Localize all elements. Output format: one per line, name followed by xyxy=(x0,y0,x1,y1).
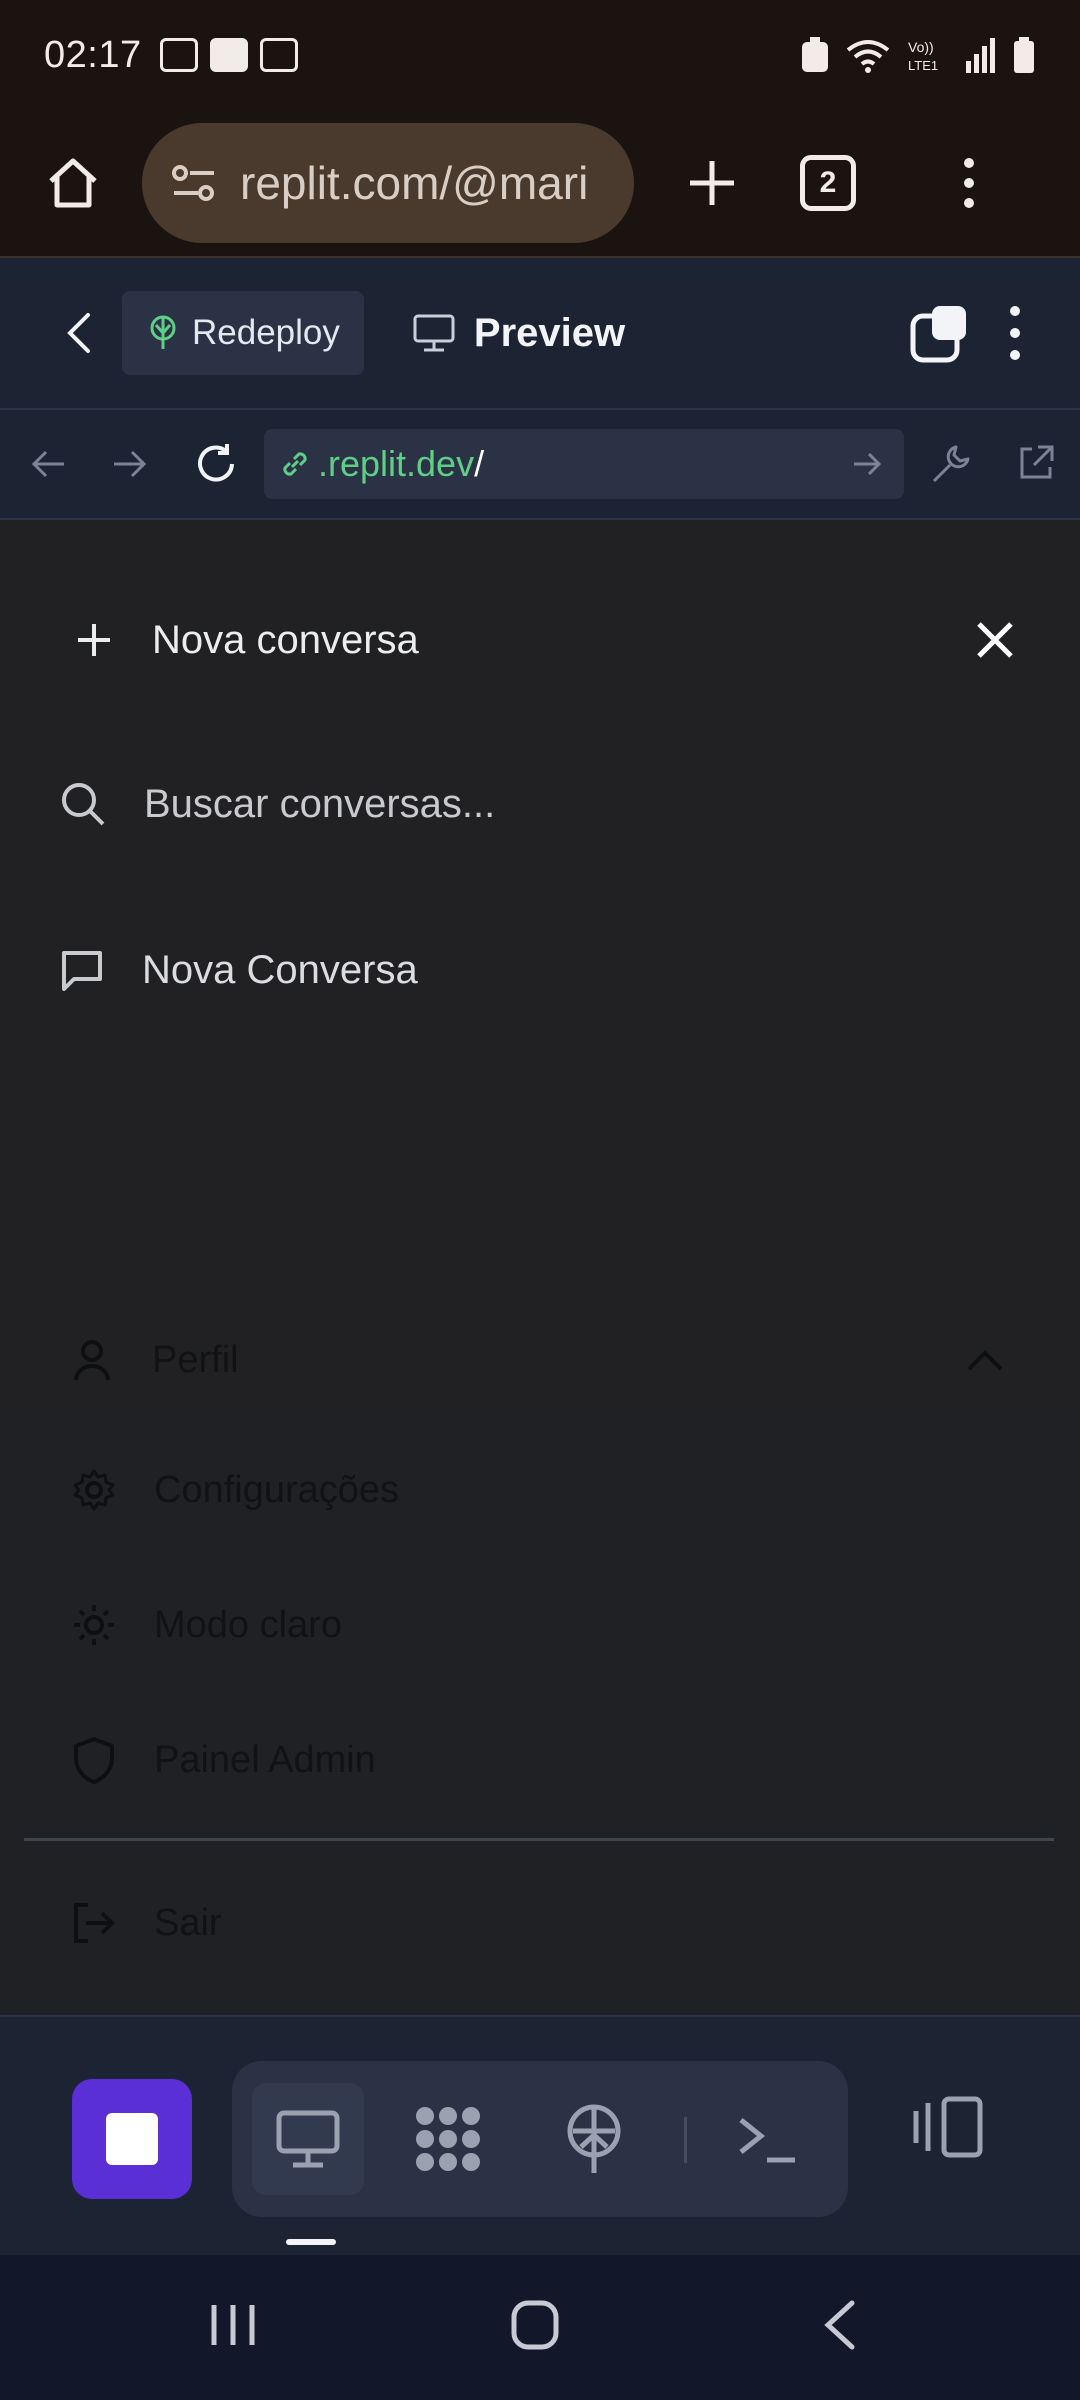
recent-apps-icon[interactable] xyxy=(208,2301,258,2349)
webview-url-text: .replit.dev/ xyxy=(318,443,484,485)
check-icon xyxy=(209,38,248,72)
reload-icon[interactable] xyxy=(194,442,238,486)
menu-item-settings[interactable]: Configurações xyxy=(72,1415,972,1565)
conversation-item[interactable]: Nova Conversa xyxy=(60,920,1020,1020)
tab-preview[interactable] xyxy=(252,2083,364,2195)
address-bar-url: replit.com/@mari xyxy=(240,157,589,209)
terminal-icon xyxy=(739,2118,795,2163)
back-chevron-icon[interactable] xyxy=(66,311,92,355)
home-icon[interactable] xyxy=(38,153,108,213)
preview-label: Preview xyxy=(473,310,626,355)
stop-icon xyxy=(106,2113,158,2165)
webview-back-icon[interactable] xyxy=(30,448,66,480)
address-bar[interactable]: replit.com/@mari xyxy=(142,123,634,243)
tab-count: 2 xyxy=(819,166,837,199)
webview-forward-icon[interactable] xyxy=(112,448,148,480)
menu-item-admin-panel-label: Painel Admin xyxy=(154,1738,376,1781)
menu-item-light-mode-label: Modo claro xyxy=(154,1603,342,1646)
system-navigation-bar xyxy=(0,2255,1080,2400)
logout-label: Sair xyxy=(154,1901,222,1944)
new-chat-row[interactable]: Nova conversa xyxy=(74,588,1014,692)
tab-agent[interactable] xyxy=(392,2083,504,2195)
tab-switcher-button[interactable]: 2 xyxy=(800,155,856,211)
more-options-icon[interactable] xyxy=(1008,305,1022,361)
monitor-icon xyxy=(276,2110,340,2168)
signal-icon xyxy=(966,38,995,73)
monitor-icon xyxy=(413,314,455,352)
stop-button[interactable] xyxy=(72,2079,192,2199)
tab-separator xyxy=(684,2117,687,2163)
menu-item-admin-panel[interactable]: Painel Admin xyxy=(72,1685,972,1835)
replit-bottom-toolbar xyxy=(0,2015,1080,2255)
layout-switch-icon[interactable] xyxy=(912,2095,984,2159)
redeploy-label: Redeploy xyxy=(192,313,340,352)
new-chat-label: Nova conversa xyxy=(152,617,419,662)
search-icon xyxy=(62,783,105,826)
webview-url-path: / xyxy=(474,443,485,484)
svg-text:Vo)): Vo)) xyxy=(908,39,934,55)
status-time: 02:17 xyxy=(44,33,142,76)
preview-tab[interactable]: Preview xyxy=(412,311,625,356)
voicemail-icon xyxy=(159,38,198,72)
gear-icon xyxy=(73,1469,115,1511)
battery-icon xyxy=(1014,37,1034,73)
search-row[interactable]: Buscar conversas... xyxy=(60,754,1020,854)
profile-label: Perfil xyxy=(152,1338,239,1381)
open-external-icon[interactable] xyxy=(1016,443,1056,483)
replit-header: Redeploy Preview xyxy=(0,258,1080,410)
search-input[interactable]: Buscar conversas... xyxy=(144,782,495,827)
link-icon xyxy=(283,452,307,476)
go-arrow-icon[interactable] xyxy=(852,451,882,477)
webview-url-host: .replit.dev xyxy=(318,443,475,484)
tab-deployments[interactable] xyxy=(538,2083,650,2195)
site-settings-icon[interactable] xyxy=(170,161,218,205)
plus-icon xyxy=(78,624,110,656)
webview-toolbar: .replit.dev/ xyxy=(0,410,1080,520)
system-icons: Vo)) LTE1 xyxy=(800,36,1036,74)
notification-icons xyxy=(159,38,298,72)
chat-bubble-icon xyxy=(62,951,102,991)
wifi-icon xyxy=(846,40,890,73)
logout-button[interactable]: Sair xyxy=(72,1873,972,1973)
shield-icon xyxy=(74,1737,114,1784)
active-tab-indicator xyxy=(286,2239,336,2245)
back-nav-icon[interactable] xyxy=(822,2299,856,2351)
menu-item-settings-label: Configurações xyxy=(154,1468,400,1511)
menu-item-light-mode[interactable]: Modo claro xyxy=(72,1550,972,1700)
profile-toggle[interactable]: Perfil xyxy=(72,1310,1012,1410)
redeploy-button[interactable]: Redeploy xyxy=(122,291,364,375)
agent-icon xyxy=(416,2107,480,2171)
sun-icon xyxy=(74,1605,114,1645)
home-nav-icon[interactable] xyxy=(510,2299,560,2351)
menu-divider xyxy=(24,1838,1054,1841)
switch-pane-icon[interactable] xyxy=(910,303,970,363)
battery-saver-icon xyxy=(802,37,828,72)
conversation-title: Nova Conversa xyxy=(142,947,418,992)
deploy-icon xyxy=(150,315,176,349)
browser-toolbar: replit.com/@mari 2 xyxy=(0,110,1080,258)
user-icon xyxy=(74,1340,110,1381)
new-tab-icon[interactable] xyxy=(686,157,738,209)
pane-tabs xyxy=(232,2061,848,2217)
svg-text:LTE1: LTE1 xyxy=(908,58,938,73)
deploy-icon xyxy=(567,2104,621,2173)
close-icon[interactable] xyxy=(976,621,1014,659)
chevron-up-icon xyxy=(967,1350,1003,1371)
logout-icon xyxy=(74,1903,115,1943)
volte-icon: Vo)) LTE1 xyxy=(908,39,938,73)
webview-url-field[interactable]: .replit.dev/ xyxy=(264,429,904,499)
devtools-wrench-icon[interactable] xyxy=(930,443,972,485)
browser-menu-icon[interactable] xyxy=(962,157,976,209)
status-bar: 02:17 Vo)) LTE1 xyxy=(0,0,1080,110)
voicemail-icon-2 xyxy=(259,38,298,72)
tab-console[interactable] xyxy=(712,2083,824,2195)
